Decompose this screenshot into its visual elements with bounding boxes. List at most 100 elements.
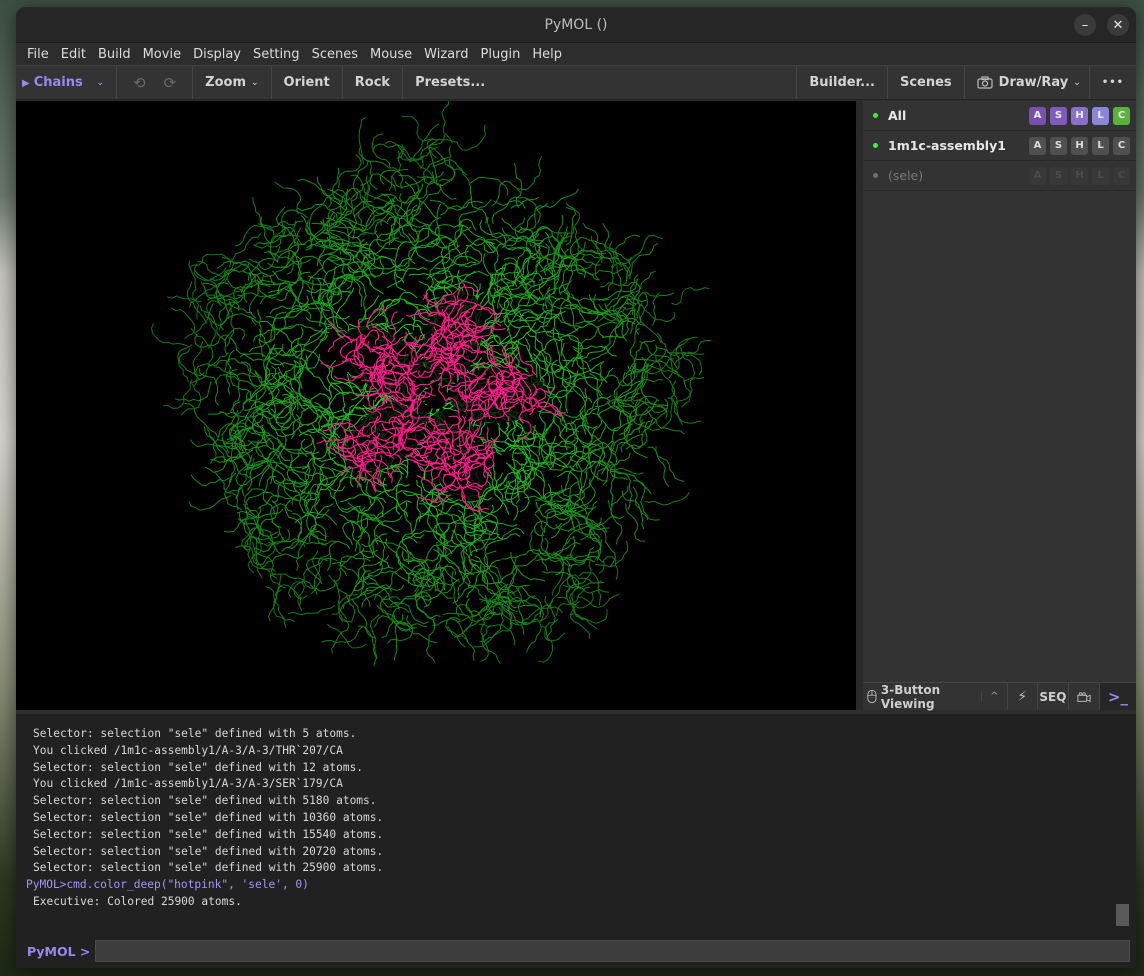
chain-trace	[635, 291, 649, 335]
enabled-indicator-icon[interactable]	[873, 173, 878, 178]
hide-menu-button[interactable]: H	[1071, 136, 1088, 155]
chain-trace	[622, 365, 654, 386]
close-button[interactable]: ✕	[1107, 14, 1129, 36]
menu-wizard[interactable]: Wizard	[418, 47, 474, 62]
scenes-button[interactable]: Scenes	[888, 66, 965, 99]
chain-trace	[195, 299, 221, 333]
chain-trace	[207, 303, 216, 349]
object-name[interactable]: (sele)	[888, 168, 1029, 183]
console-output-line: Selector: selection "sele" defined with …	[33, 810, 384, 824]
minimize-icon: –	[1081, 17, 1089, 33]
chain-trace	[428, 146, 467, 176]
chain-trace	[610, 485, 629, 520]
chain-trace	[395, 621, 437, 643]
chain-trace	[601, 320, 636, 349]
builder-button[interactable]: Builder...	[796, 66, 888, 99]
undo-icon[interactable]: ⟲	[133, 74, 146, 92]
hide-menu-button[interactable]: H	[1071, 106, 1088, 125]
movie-button[interactable]	[1069, 683, 1100, 710]
show-menu-button[interactable]: S	[1050, 166, 1067, 185]
chains-dropdown[interactable]: ▶ Chains ⌄	[16, 66, 117, 99]
action-menu-button[interactable]: A	[1029, 136, 1046, 155]
enabled-indicator-icon[interactable]	[873, 143, 878, 148]
chain-trace	[626, 270, 656, 306]
orient-button[interactable]: Orient	[272, 66, 343, 99]
menu-build[interactable]: Build	[92, 47, 137, 62]
more-button[interactable]: •••	[1090, 66, 1136, 99]
chain-trace	[638, 302, 662, 344]
chevron-up-icon: ^	[981, 691, 999, 702]
console-toggle-button[interactable]: >_	[1099, 683, 1136, 710]
chain-trace	[292, 252, 315, 291]
object-actions: ASHLC	[1029, 136, 1130, 155]
menu-display[interactable]: Display	[187, 47, 247, 62]
orient-label: Orient	[283, 75, 330, 90]
console-output-line: Selector: selection "sele" defined with …	[33, 727, 357, 740]
movie-camera-icon	[1077, 691, 1091, 702]
chain-trace	[386, 204, 421, 233]
menu-scenes[interactable]: Scenes	[306, 47, 364, 62]
chain-trace	[609, 470, 652, 495]
draw-ray-button[interactable]: Draw/Ray ⌄	[965, 66, 1090, 99]
chain-trace	[616, 396, 637, 432]
console-output-line: Selector: selection "sele" defined with …	[33, 760, 364, 774]
menu-edit[interactable]: Edit	[55, 47, 92, 62]
object-row[interactable]: 1m1c-assembly1 A S H L C	[863, 131, 1136, 161]
chain-trace	[401, 550, 440, 563]
zoom-button[interactable]: Zoom ⌄	[193, 66, 272, 99]
chain-trace	[528, 227, 560, 247]
show-menu-button[interactable]: S	[1050, 136, 1067, 155]
minimize-button[interactable]: –	[1074, 14, 1096, 36]
color-menu-button[interactable]: C	[1113, 136, 1130, 155]
object-row[interactable]: (sele) A S H L C	[863, 161, 1136, 191]
seq-button[interactable]: SEQ	[1038, 683, 1069, 710]
menu-plugin[interactable]: Plugin	[475, 47, 527, 62]
console-scrollbar[interactable]	[1116, 904, 1129, 926]
label-menu-button[interactable]: L	[1092, 136, 1109, 155]
hide-menu-button[interactable]: H	[1071, 166, 1088, 185]
action-menu-button[interactable]: A	[1029, 106, 1046, 125]
chain-trace	[640, 382, 668, 419]
chain-trace	[561, 207, 580, 240]
menu-movie[interactable]: Movie	[137, 47, 187, 62]
chain-trace	[537, 536, 575, 561]
presets-label: Presets...	[415, 75, 486, 90]
chain-trace	[506, 246, 532, 284]
chain-trace	[305, 501, 328, 538]
chain-trace	[612, 404, 632, 444]
console-output-line: Selector: selection "sele" defined with …	[33, 827, 384, 841]
color-menu-button[interactable]: C	[1113, 106, 1130, 125]
console-output-line: You clicked /1m1c-assembly1/A-3/A-3/SER`…	[33, 777, 343, 791]
presets-button[interactable]: Presets...	[403, 66, 497, 99]
redo-icon[interactable]: ⟳	[164, 74, 177, 92]
rock-button[interactable]: Rock	[343, 66, 404, 99]
color-menu-button[interactable]: C	[1113, 166, 1130, 185]
chain-trace	[516, 587, 525, 635]
command-input[interactable]	[95, 940, 1130, 962]
enabled-indicator-icon[interactable]	[873, 113, 878, 118]
label-menu-button[interactable]: L	[1092, 166, 1109, 185]
object-name[interactable]: All	[888, 108, 1029, 123]
mouse-mode-button[interactable]: 3-Button Viewing ^	[863, 683, 1008, 711]
chain-trace	[284, 328, 324, 357]
chain-trace	[401, 115, 434, 142]
chain-trace	[248, 316, 294, 330]
pointer-icon: ▶	[22, 78, 30, 89]
object-name[interactable]: 1m1c-assembly1	[888, 138, 1029, 153]
chain-trace	[401, 515, 420, 555]
wizard-button[interactable]: ⚡	[1008, 683, 1038, 710]
menu-mouse[interactable]: Mouse	[364, 47, 418, 62]
chain-trace	[371, 133, 391, 169]
menu-help[interactable]: Help	[526, 47, 568, 62]
chain-trace	[562, 290, 609, 302]
menu-file[interactable]: File	[21, 47, 55, 62]
menu-setting[interactable]: Setting	[247, 47, 306, 62]
object-row[interactable]: All A S H L C	[863, 101, 1136, 131]
chain-trace	[671, 286, 710, 306]
chain-trace	[406, 572, 446, 591]
label-menu-button[interactable]: L	[1092, 106, 1109, 125]
show-menu-button[interactable]: S	[1050, 106, 1067, 125]
chain-trace	[499, 278, 538, 305]
action-menu-button[interactable]: A	[1029, 166, 1046, 185]
3d-viewport[interactable]	[16, 101, 856, 710]
